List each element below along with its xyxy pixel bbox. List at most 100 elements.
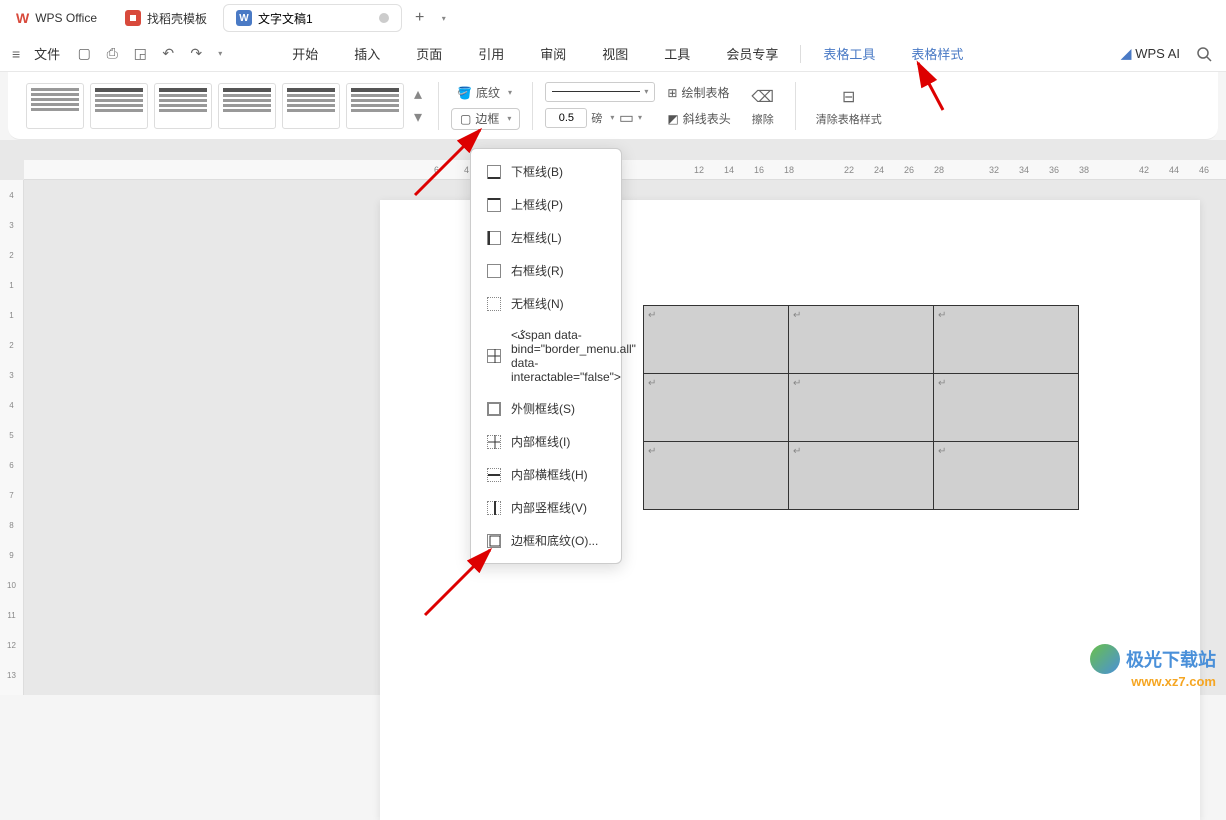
hamburger-icon[interactable]: ≡ — [12, 46, 20, 62]
wps-ai-button[interactable]: ◢ WPS AI — [1121, 46, 1180, 62]
table-cell[interactable]: ↵ — [789, 442, 934, 510]
table-style-5[interactable] — [282, 83, 340, 129]
border-all-icon — [487, 349, 501, 363]
table-cell[interactable]: ↵ — [934, 306, 1079, 374]
border-inside-h-item[interactable]: 内部横框线(H) — [471, 458, 621, 491]
table-cell[interactable]: ↵ — [789, 306, 934, 374]
horizontal-ruler[interactable]: 6 4 2 12 14 16 18 22 24 26 28 32 34 36 3… — [24, 160, 1226, 180]
tabs-dropdown-icon[interactable]: ▾ — [442, 14, 446, 23]
table-style-6[interactable] — [346, 83, 404, 129]
titlebar: W WPS Office 找稻壳模板 W 文字文稿1 + ▾ — [0, 0, 1226, 36]
close-tab-icon[interactable] — [379, 13, 389, 23]
tab-label: WPS Office — [35, 11, 97, 25]
draw-table-label: 绘制表格 — [681, 84, 729, 101]
menu-tools[interactable]: 工具 — [650, 44, 704, 63]
tab-label: 文字文稿1 — [258, 10, 313, 27]
border-outside-item[interactable]: 外侧框线(S) — [471, 392, 621, 425]
search-icon[interactable] — [1194, 44, 1214, 64]
redo-icon[interactable]: ↷ — [186, 44, 206, 64]
table-style-3[interactable] — [154, 83, 212, 129]
table-cell[interactable]: ↵ — [644, 374, 789, 442]
menu-member[interactable]: 会员专享 — [712, 44, 792, 63]
ai-label: WPS AI — [1135, 46, 1180, 61]
border-all-item[interactable]: <ػspan data-bind="border_menu.all" data-… — [471, 320, 621, 392]
document-table[interactable]: ↵↵↵ ↵↵↵ ↵↵↵ — [643, 305, 1079, 510]
draw-table-icon: ⊞ — [667, 86, 677, 100]
menu-table-tools[interactable]: 表格工具 — [809, 44, 889, 63]
border-left-icon — [487, 231, 501, 245]
border-button[interactable]: ▢ 边框 ▾ — [451, 108, 520, 130]
table-cell[interactable]: ↵ — [934, 442, 1079, 510]
pen-color-button[interactable]: ▭▾ — [618, 106, 642, 130]
table-style-4[interactable] — [218, 83, 276, 129]
menu-page[interactable]: 页面 — [402, 44, 456, 63]
draw-table-button[interactable]: ⊞ 绘制表格 — [661, 82, 736, 104]
vertical-ruler[interactable]: 4 3 2 1 1 2 3 4 5 6 7 8 9 10 11 12 13 — [0, 180, 24, 695]
menu-view[interactable]: 视图 — [588, 44, 642, 63]
border-label: 边框 — [475, 110, 499, 127]
menubar: ≡ 文件 ▢ ⎙ ◲ ↶ ↷ ▾ 开始 插入 页面 引用 审阅 视图 工具 会员… — [0, 36, 1226, 72]
menu-reference[interactable]: 引用 — [464, 44, 518, 63]
border-dialog-item[interactable]: 边框和底纹(O)... — [471, 524, 621, 557]
table-cell[interactable]: ↵ — [644, 306, 789, 374]
template-icon — [125, 10, 141, 26]
border-right-icon — [487, 264, 501, 278]
diagonal-header-button[interactable]: ◩ 斜线表头 — [661, 108, 736, 130]
border-width-input[interactable] — [545, 108, 587, 128]
border-bottom-item[interactable]: 下框线(B) — [471, 155, 621, 188]
border-none-item[interactable]: 无框线(N) — [471, 287, 621, 320]
diagonal-label: 斜线表头 — [683, 110, 731, 127]
table-style-2[interactable] — [90, 83, 148, 129]
save-icon[interactable]: ▢ — [74, 44, 94, 64]
diagonal-icon: ◩ — [667, 112, 678, 126]
eraser-icon: ⌫ — [751, 85, 775, 109]
border-top-icon — [487, 198, 501, 212]
watermark: 极光下载站 www.xz7.com — [1090, 644, 1216, 689]
paint-bucket-icon: 🪣 — [457, 86, 472, 100]
qat-dropdown-icon[interactable]: ▾ — [218, 49, 222, 58]
clear-style-icon: ⊟ — [837, 85, 861, 109]
watermark-url: www.xz7.com — [1090, 674, 1216, 689]
border-inside-icon — [487, 435, 501, 449]
table-cell[interactable]: ↵ — [934, 374, 1079, 442]
undo-icon[interactable]: ↶ — [158, 44, 178, 64]
word-doc-icon: W — [236, 10, 252, 26]
tab-label: 找稻壳模板 — [147, 10, 207, 27]
menu-table-style[interactable]: 表格样式 — [897, 44, 977, 63]
print-icon[interactable]: ⎙ — [102, 44, 122, 64]
menu-insert[interactable]: 插入 — [340, 44, 394, 63]
ribbon-separator — [532, 82, 533, 130]
border-right-item[interactable]: 右框线(R) — [471, 254, 621, 287]
style-gallery-nav[interactable]: ▴▾ — [410, 83, 426, 129]
tab-template[interactable]: 找稻壳模板 — [113, 4, 219, 32]
border-dropdown-menu: 下框线(B) 上框线(P) 左框线(L) 右框线(R) 无框线(N) <ػspa… — [470, 148, 622, 564]
line-style-selector[interactable]: ▾ — [545, 82, 655, 102]
eraser-button[interactable]: ⌫ 擦除 — [743, 83, 783, 129]
menu-review[interactable]: 审阅 — [526, 44, 580, 63]
width-dropdown-icon[interactable]: ▾ — [610, 113, 614, 122]
border-bottom-icon — [487, 165, 501, 179]
clear-style-label: 清除表格样式 — [816, 111, 882, 127]
wps-logo-icon: W — [16, 10, 29, 26]
shading-button[interactable]: 🪣 底纹 ▾ — [451, 82, 520, 104]
tab-document[interactable]: W 文字文稿1 — [223, 4, 402, 32]
watermark-logo-icon — [1090, 644, 1120, 674]
table-style-1[interactable] — [26, 83, 84, 129]
preview-icon[interactable]: ◲ — [130, 44, 150, 64]
new-tab-button[interactable]: + — [406, 4, 434, 32]
shading-label: 底纹 — [476, 84, 500, 101]
border-inside-item[interactable]: 内部框线(I) — [471, 425, 621, 458]
border-none-icon — [487, 297, 501, 311]
clear-style-button[interactable]: ⊟ 清除表格样式 — [808, 83, 890, 129]
menu-start[interactable]: 开始 — [278, 44, 332, 63]
border-outside-icon — [487, 402, 501, 416]
border-top-item[interactable]: 上框线(P) — [471, 188, 621, 221]
border-left-item[interactable]: 左框线(L) — [471, 221, 621, 254]
file-menu[interactable]: 文件 — [28, 44, 66, 63]
table-cell[interactable]: ↵ — [789, 374, 934, 442]
ai-icon: ◢ — [1121, 46, 1131, 62]
ribbon: ▴▾ 🪣 底纹 ▾ ▢ 边框 ▾ ▾ 磅 ▾ ▭▾ ⊞ 绘制表格 ◩ 斜线表头 — [8, 72, 1218, 140]
table-cell[interactable]: ↵ — [644, 442, 789, 510]
tab-wps-home[interactable]: W WPS Office — [4, 4, 109, 32]
border-inside-v-item[interactable]: 内部竖框线(V) — [471, 491, 621, 524]
